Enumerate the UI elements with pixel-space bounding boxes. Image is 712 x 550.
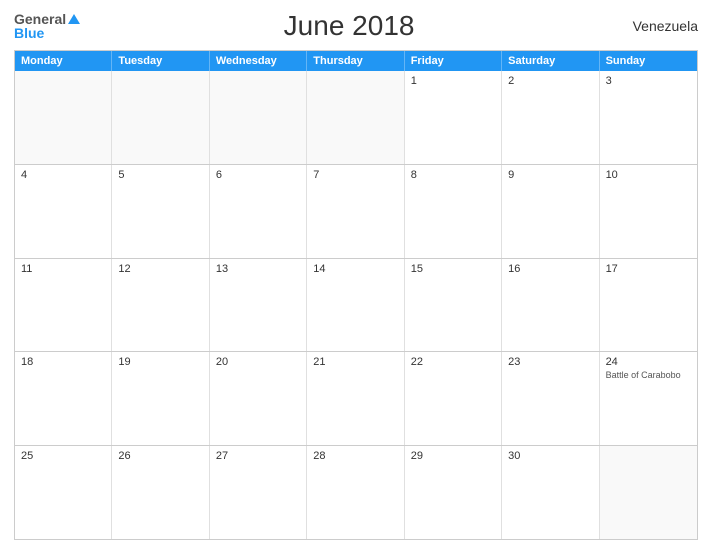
page-header: General Blue June 2018 Venezuela — [14, 10, 698, 42]
day-number: 19 — [118, 356, 202, 368]
calendar-week-3: 11 12 13 14 15 16 17 — [15, 259, 697, 353]
calendar-week-2: 4 5 6 7 8 9 10 — [15, 165, 697, 259]
header-friday: Friday — [405, 51, 502, 71]
calendar-day: 19 — [112, 352, 209, 445]
calendar-day: 22 — [405, 352, 502, 445]
calendar-week-5: 25 26 27 28 29 30 — [15, 446, 697, 539]
calendar-body: 123456789101112131415161718192021222324B… — [15, 71, 697, 539]
day-number: 9 — [508, 169, 592, 181]
header-thursday: Thursday — [307, 51, 404, 71]
calendar-day: 4 — [15, 165, 112, 258]
day-number: 17 — [606, 263, 691, 275]
calendar-day: 3 — [600, 71, 697, 164]
day-number: 23 — [508, 356, 592, 368]
day-number: 7 — [313, 169, 397, 181]
calendar-day: 1 — [405, 71, 502, 164]
calendar-day: 28 — [307, 446, 404, 539]
logo-blue-text: Blue — [14, 26, 44, 40]
day-number: 14 — [313, 263, 397, 275]
calendar-week-1: 1 2 3 — [15, 71, 697, 165]
calendar-day: 13 — [210, 259, 307, 352]
day-number: 13 — [216, 263, 300, 275]
header-sunday: Sunday — [600, 51, 697, 71]
calendar-day: 16 — [502, 259, 599, 352]
header-wednesday: Wednesday — [210, 51, 307, 71]
day-number: 30 — [508, 450, 592, 462]
day-event: Battle of Carabobo — [606, 370, 691, 382]
day-number: 3 — [606, 75, 691, 87]
calendar-header: Monday Tuesday Wednesday Thursday Friday… — [15, 51, 697, 71]
header-saturday: Saturday — [502, 51, 599, 71]
day-number: 8 — [411, 169, 495, 181]
calendar-day: 20 — [210, 352, 307, 445]
calendar-day: 2 — [502, 71, 599, 164]
calendar-week-4: 18 19 20 21 22 23 24 Battle of Carabobo — [15, 352, 697, 446]
calendar-day: 27 — [210, 446, 307, 539]
calendar-page: General Blue June 2018 Venezuela Monday … — [0, 0, 712, 550]
calendar-day — [15, 71, 112, 164]
day-number: 1 — [411, 75, 495, 87]
header-tuesday: Tuesday — [112, 51, 209, 71]
day-number: 20 — [216, 356, 300, 368]
day-number: 18 — [21, 356, 105, 368]
calendar-day: 30 — [502, 446, 599, 539]
calendar-day: 14 — [307, 259, 404, 352]
day-number: 22 — [411, 356, 495, 368]
day-number: 29 — [411, 450, 495, 462]
day-number: 11 — [21, 263, 105, 275]
day-number: 10 — [606, 169, 691, 181]
day-number: 26 — [118, 450, 202, 462]
calendar-day — [600, 446, 697, 539]
day-number: 24 — [606, 356, 691, 368]
calendar-day: 10 — [600, 165, 697, 258]
day-number: 4 — [21, 169, 105, 181]
calendar-day: 15 — [405, 259, 502, 352]
calendar-day: 5 — [112, 165, 209, 258]
calendar-day: 24 Battle of Carabobo — [600, 352, 697, 445]
calendar-day: 29 — [405, 446, 502, 539]
calendar-day: 25 — [15, 446, 112, 539]
calendar-day: 23 — [502, 352, 599, 445]
calendar-day — [210, 71, 307, 164]
country-label: Venezuela — [618, 18, 698, 34]
day-number: 12 — [118, 263, 202, 275]
calendar-day: 17 — [600, 259, 697, 352]
calendar-day: 26 — [112, 446, 209, 539]
calendar-day: 12 — [112, 259, 209, 352]
calendar-day: 8 — [405, 165, 502, 258]
day-number: 16 — [508, 263, 592, 275]
calendar-grid: Monday Tuesday Wednesday Thursday Friday… — [14, 50, 698, 540]
calendar-day: 6 — [210, 165, 307, 258]
page-title: June 2018 — [80, 10, 618, 42]
day-number: 2 — [508, 75, 592, 87]
day-number: 15 — [411, 263, 495, 275]
day-number: 6 — [216, 169, 300, 181]
calendar-day — [112, 71, 209, 164]
day-number: 27 — [216, 450, 300, 462]
logo-triangle-icon — [68, 14, 80, 24]
logo-general-text: General — [14, 12, 66, 26]
calendar-day — [307, 71, 404, 164]
calendar-day: 9 — [502, 165, 599, 258]
header-monday: Monday — [15, 51, 112, 71]
day-number: 5 — [118, 169, 202, 181]
calendar-day: 11 — [15, 259, 112, 352]
day-number: 21 — [313, 356, 397, 368]
calendar-day: 21 — [307, 352, 404, 445]
calendar-day: 18 — [15, 352, 112, 445]
calendar-day: 7 — [307, 165, 404, 258]
day-number: 28 — [313, 450, 397, 462]
day-number: 25 — [21, 450, 105, 462]
logo: General Blue — [14, 12, 80, 40]
